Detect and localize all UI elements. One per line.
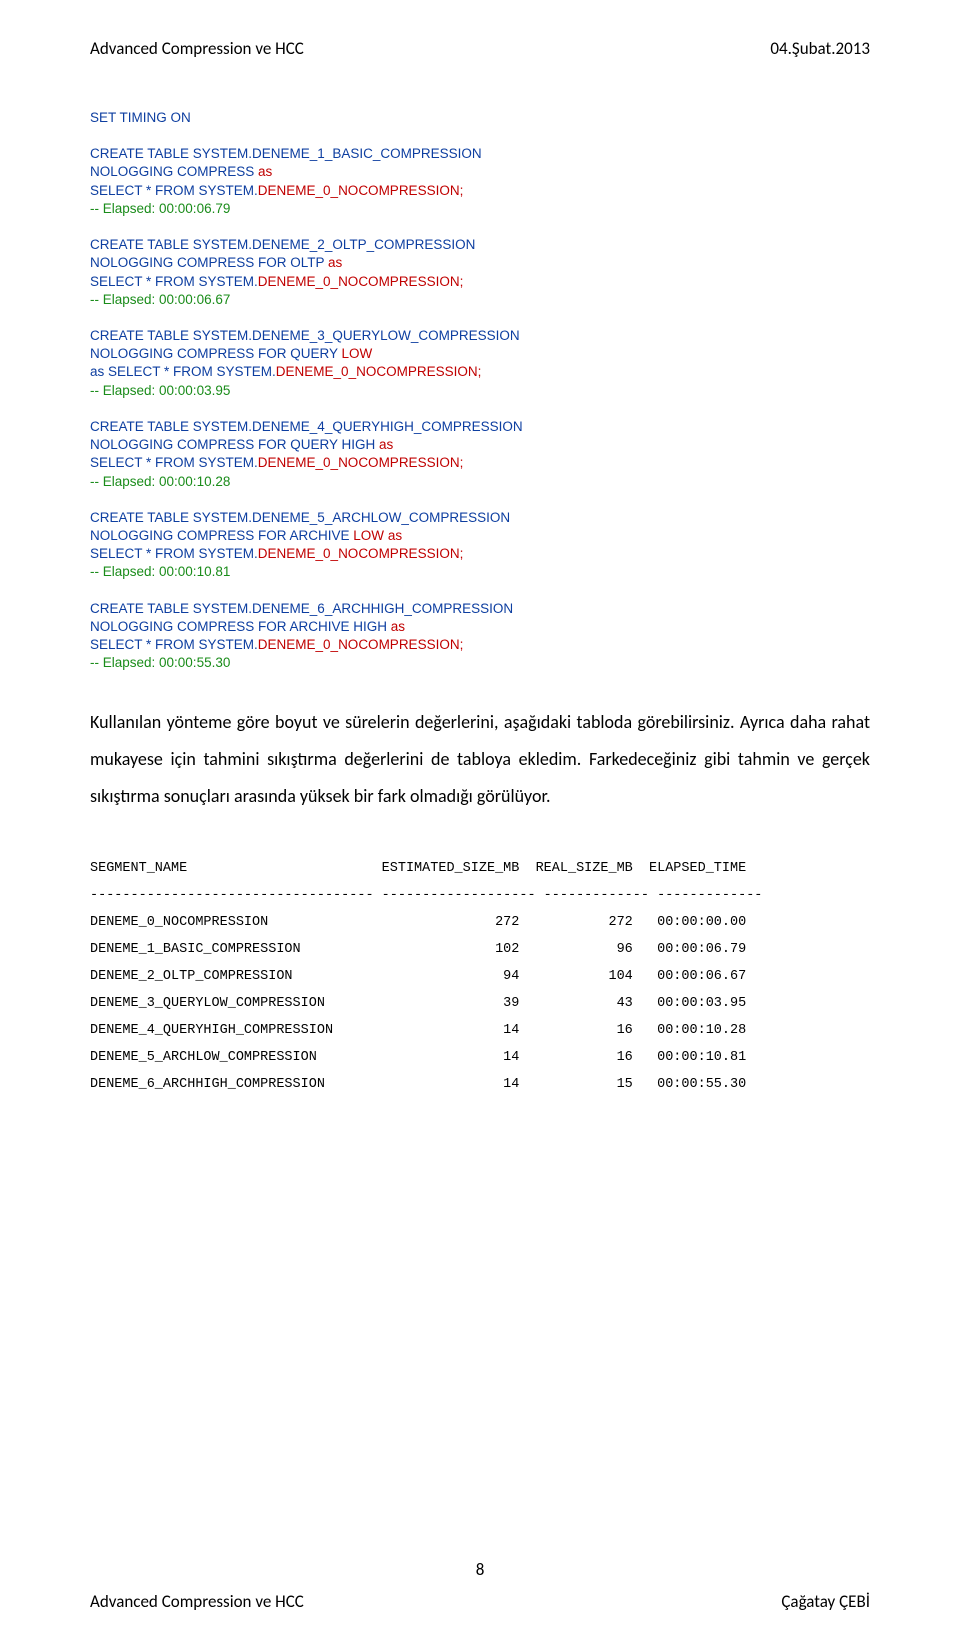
code-frag: NOLOGGING COMPRESS FOR ARCHIVE HIGH [90,619,391,634]
code-comment: -- Elapsed: 00:00:06.79 [90,201,230,216]
code-line: CREATE TABLE SYSTEM.DENEME_1_BASIC_COMPR… [90,146,482,161]
code-comment: -- Elapsed: 00:00:10.28 [90,474,230,489]
code-group-6: CREATE TABLE SYSTEM.DENEME_6_ARCHHIGH_CO… [90,600,870,673]
code-line: CREATE TABLE SYSTEM.DENEME_3_QUERYLOW_CO… [90,328,520,343]
code-frag: LOW [353,528,388,543]
page-number: 8 [0,1559,960,1580]
code-frag: SELECT * FROM SYSTEM. [90,546,258,561]
results-table: SEGMENT_NAME ESTIMATED_SIZE_MB REAL_SIZE… [90,855,870,1098]
code-line: CREATE TABLE SYSTEM.DENEME_4_QUERYHIGH_C… [90,419,523,434]
code-group-5: CREATE TABLE SYSTEM.DENEME_5_ARCHLOW_COM… [90,509,870,582]
code-frag: DENEME_0_NOCOMPRESSION; [276,364,482,379]
code-frag: NOLOGGING COMPRESS FOR OLTP [90,255,328,270]
code-frag: as [328,255,342,270]
code-frag: NOLOGGING COMPRESS FOR QUERY HIGH [90,437,379,452]
body-paragraph: Kullanılan yönteme göre boyut ve süreler… [90,704,870,815]
page-header: Advanced Compression ve HCC 04.Şubat.201… [90,38,870,59]
header-right: 04.Şubat.2013 [770,38,870,59]
code-comment: -- Elapsed: 00:00:06.67 [90,292,230,307]
code-comment: -- Elapsed: 00:00:03.95 [90,383,230,398]
code-frag: DENEME_0_NOCOMPRESSION; [258,274,464,289]
code-frag: DENEME_0_NOCOMPRESSION; [258,455,464,470]
code-frag: DENEME_0_NOCOMPRESSION; [258,637,464,652]
code-group-2: CREATE TABLE SYSTEM.DENEME_2_OLTP_COMPRE… [90,236,870,309]
code-frag: NOLOGGING COMPRESS FOR ARCHIVE [90,528,353,543]
code-frag: as [379,437,393,452]
code-frag: DENEME_0_NOCOMPRESSION; [258,546,464,561]
code-line: CREATE TABLE SYSTEM.DENEME_2_OLTP_COMPRE… [90,237,475,252]
code-frag: SELECT * FROM SYSTEM. [90,274,258,289]
code-frag: as SELECT * FROM SYSTEM. [90,364,276,379]
code-frag: as [388,528,402,543]
code-group-3: CREATE TABLE SYSTEM.DENEME_3_QUERYLOW_CO… [90,327,870,400]
code-frag: NOLOGGING COMPRESS FOR QUERY [90,346,342,361]
code-frag: SELECT * FROM SYSTEM. [90,183,258,198]
code-line: CREATE TABLE SYSTEM.DENEME_6_ARCHHIGH_CO… [90,601,513,616]
code-line: CREATE TABLE SYSTEM.DENEME_5_ARCHLOW_COM… [90,510,510,525]
footer-right: Çağatay ÇEBİ [781,1591,870,1612]
code-group-4: CREATE TABLE SYSTEM.DENEME_4_QUERYHIGH_C… [90,418,870,491]
code-frag: SELECT * FROM SYSTEM. [90,455,258,470]
code-comment: -- Elapsed: 00:00:55.30 [90,655,230,670]
code-frag: NOLOGGING COMPRESS [90,164,258,179]
code-frag: as [258,164,272,179]
sql-code-block: SET TIMING ON CREATE TABLE SYSTEM.DENEME… [90,109,870,672]
code-comment: -- Elapsed: 00:00:10.81 [90,564,230,579]
code-frag: SELECT * FROM SYSTEM. [90,637,258,652]
footer-left: Advanced Compression ve HCC [90,1591,304,1612]
header-left: Advanced Compression ve HCC [90,38,304,59]
code-frag: LOW [342,346,373,361]
page-footer: Advanced Compression ve HCC Çağatay ÇEBİ [90,1591,870,1612]
code-frag: DENEME_0_NOCOMPRESSION; [258,183,464,198]
code-frag: as [391,619,405,634]
code-line: SET TIMING ON [90,110,191,125]
code-group-1: CREATE TABLE SYSTEM.DENEME_1_BASIC_COMPR… [90,145,870,218]
